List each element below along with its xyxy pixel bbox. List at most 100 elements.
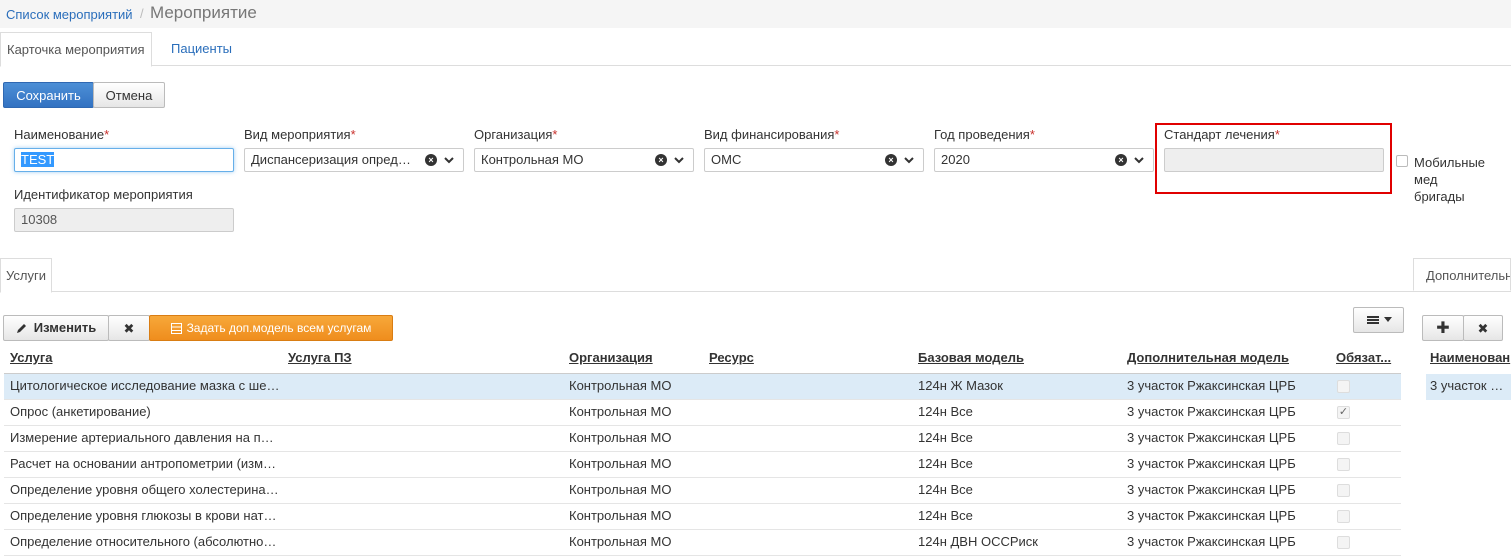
tab-event-card[interactable]: Карточка мероприятия	[0, 32, 152, 67]
col-header-resource[interactable]: Ресурс	[709, 350, 754, 372]
col-header-base-model[interactable]: Базовая модель	[918, 350, 1024, 372]
clear-icon[interactable]: ×	[1115, 154, 1127, 166]
event-id-label: Идентификатор мероприятия	[14, 187, 193, 202]
cell-extra: 3 участок Ржаксинская ЦРБ	[1127, 508, 1296, 523]
chevron-down-icon[interactable]	[673, 154, 685, 166]
edit-button[interactable]: Изменить	[3, 315, 109, 341]
required-checkbox[interactable]	[1337, 380, 1350, 393]
financing-value: ОМС	[711, 152, 742, 167]
chevron-down-icon[interactable]	[903, 154, 915, 166]
col-header-service-pz[interactable]: Услуга ПЗ	[288, 350, 352, 372]
cell-extra: 3 участок Ржаксинская ЦРБ	[1127, 482, 1296, 497]
save-button[interactable]: Сохранить	[3, 82, 94, 108]
right-grid-row[interactable]: 3 участок Ржа	[1426, 374, 1511, 400]
table-row[interactable]: Определение уровня общего холестерина… Ко…	[4, 478, 1401, 504]
cell-org: Контрольная МО	[569, 508, 672, 523]
cell-base: 124н Все	[918, 482, 973, 497]
financing-select[interactable]: ОМС ×	[704, 148, 924, 172]
page-title: Мероприятие	[150, 3, 257, 22]
mobile-brigades-label: Мобильные мед бригады	[1414, 155, 1486, 204]
cell-org: Контрольная МО	[569, 456, 672, 471]
tabs-divider	[0, 65, 1511, 66]
list-icon	[1366, 316, 1379, 324]
cell-base: 124н ДВН ОССРиск	[918, 534, 1038, 549]
required-checkbox[interactable]	[1337, 432, 1350, 445]
table-icon	[170, 322, 182, 334]
event-id-field: 10308	[14, 208, 234, 232]
cell-base: 124н Ж Мазок	[918, 378, 1003, 393]
mobile-brigades-checkbox[interactable]	[1396, 155, 1408, 167]
cell-org: Контрольная МО	[569, 404, 672, 419]
year-value: 2020	[941, 152, 970, 167]
cell-service: Цитологическое исследование мазка с ше…	[10, 378, 280, 393]
cell-extra: 3 участок Ржаксинская ЦРБ	[1127, 378, 1296, 393]
required-checkbox[interactable]	[1337, 458, 1350, 471]
year-label: Год проведения*	[934, 127, 1035, 142]
chevron-down-icon[interactable]	[443, 154, 455, 166]
pencil-icon	[16, 324, 26, 333]
col-header-organization[interactable]: Организация	[569, 350, 653, 372]
tab-services[interactable]: Услуги	[0, 258, 52, 293]
clear-icon[interactable]: ×	[655, 154, 667, 166]
cell-base: 124н Все	[918, 430, 973, 445]
organization-label: Организация*	[474, 127, 558, 142]
col-header-required[interactable]: Обязат...	[1336, 350, 1391, 372]
cell-service: Расчет на основании антропометрии (изм…	[10, 456, 277, 471]
cell-base: 124н Все	[918, 508, 973, 523]
cell-service: Определение относительного (абсолютног…	[10, 534, 280, 549]
clear-icon[interactable]: ×	[885, 154, 897, 166]
table-row[interactable]: Определение относительного (абсолютног… К…	[4, 530, 1401, 556]
add-button[interactable]: ✚	[1422, 315, 1464, 341]
required-checkbox[interactable]	[1337, 510, 1350, 523]
close-icon: ✖	[123, 321, 135, 336]
right-col-header-name[interactable]: Наименован	[1430, 350, 1511, 372]
plus-icon: ✚	[1436, 320, 1450, 337]
column-menu-button[interactable]	[1353, 307, 1404, 333]
cell-base: 124н Все	[918, 404, 973, 419]
cell-service: Определение уровня общего холестерина…	[10, 482, 279, 497]
cell-service: Измерение артериального давления на пе…	[10, 430, 280, 445]
delete-button[interactable]: ✖	[108, 315, 150, 341]
financing-label: Вид финансирования*	[704, 127, 840, 142]
caret-down-icon	[1383, 317, 1392, 322]
highlight-frame	[1155, 123, 1392, 194]
cell-extra: 3 участок Ржаксинская ЦРБ	[1127, 404, 1296, 419]
event-type-value: Диспансеризация опреде…	[251, 152, 411, 167]
cell-org: Контрольная МО	[569, 378, 672, 393]
name-label: Наименование*	[14, 127, 110, 142]
cell-extra: 3 участок Ржаксинская ЦРБ	[1127, 456, 1296, 471]
breadcrumb: Список мероприятий / Мероприятие	[0, 0, 1511, 28]
year-select[interactable]: 2020 ×	[934, 148, 1154, 172]
cell-org: Контрольная МО	[569, 482, 672, 497]
cell-org: Контрольная МО	[569, 430, 672, 445]
required-checkbox[interactable]	[1337, 536, 1350, 549]
cell-extra: 3 участок Ржаксинская ЦРБ	[1127, 430, 1296, 445]
tab-patients[interactable]: Пациенты	[165, 32, 238, 65]
table-row[interactable]: Расчет на основании антропометрии (изм… К…	[4, 452, 1401, 478]
required-checkbox[interactable]	[1337, 484, 1350, 497]
cell-base: 124н Все	[918, 456, 973, 471]
assign-model-button[interactable]: Задать доп.модель всем услугам	[149, 315, 393, 341]
table-row[interactable]: Определение уровня глюкозы в крови нат… К…	[4, 504, 1401, 530]
name-input[interactable]: TEST	[14, 148, 234, 172]
remove-button[interactable]: ✖	[1463, 315, 1503, 341]
col-header-service[interactable]: Услуга	[10, 350, 52, 372]
required-checkbox[interactable]: ✓	[1337, 406, 1350, 419]
chevron-down-icon[interactable]	[1133, 154, 1145, 166]
event-type-select[interactable]: Диспансеризация опреде… ×	[244, 148, 464, 172]
table-row[interactable]: Измерение артериального давления на пе… К…	[4, 426, 1401, 452]
tab-additional[interactable]: Дополнительн	[1413, 258, 1511, 291]
close-icon: ✖	[1477, 321, 1489, 336]
breadcrumb-parent-link[interactable]: Список мероприятий	[6, 7, 133, 22]
cell-extra: 3 участок Ржаксинская ЦРБ	[1127, 534, 1296, 549]
event-type-label: Вид мероприятия*	[244, 127, 356, 142]
organization-select[interactable]: Контрольная МО ×	[474, 148, 694, 172]
organization-value: Контрольная МО	[481, 152, 584, 167]
table-row[interactable]: Цитологическое исследование мазка с ше… К…	[4, 374, 1401, 400]
table-row[interactable]: Опрос (анкетирование) Контрольная МО 124н …	[4, 400, 1401, 426]
cancel-button[interactable]: Отмена	[93, 82, 165, 108]
cell-service: Определение уровня глюкозы в крови нат…	[10, 508, 277, 523]
clear-icon[interactable]: ×	[425, 154, 437, 166]
col-header-extra-model[interactable]: Дополнительная модель	[1127, 350, 1289, 372]
cell-service: Опрос (анкетирование)	[10, 404, 151, 419]
